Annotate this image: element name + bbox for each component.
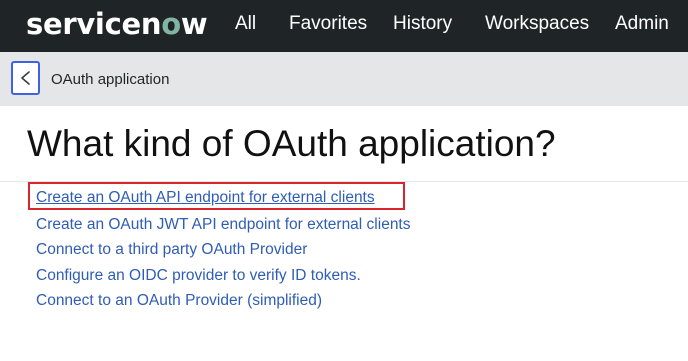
chevron-left-icon: [21, 71, 30, 85]
nav-admin[interactable]: Admin: [615, 13, 669, 35]
servicenow-logo[interactable]: servicenow: [26, 7, 208, 41]
page-heading: What kind of OAuth application?: [27, 123, 556, 164]
form-title: OAuth application: [51, 71, 170, 88]
back-button[interactable]: [11, 61, 40, 95]
option-link-oauth-provider-simplified[interactable]: Connect to an OAuth Provider (simplified…: [36, 292, 322, 310]
option-link-oauth-jwt-api-endpoint[interactable]: Create an OAuth JWT API endpoint for ext…: [36, 216, 411, 234]
logo-text-prefix: servicen: [26, 7, 162, 41]
highlight-box: [28, 182, 405, 210]
nav-favorites[interactable]: Favorites: [289, 13, 367, 35]
logo-text-accent: o: [161, 7, 181, 41]
nav-workspaces[interactable]: Workspaces: [485, 13, 589, 35]
option-link-third-party-oauth-provider[interactable]: Connect to a third party OAuth Provider: [36, 241, 307, 259]
option-link-oidc-provider[interactable]: Configure an OIDC provider to verify ID …: [36, 267, 361, 285]
top-navigation-bar: servicenow All Favorites History Workspa…: [0, 0, 688, 52]
logo-text-suffix: w: [180, 7, 208, 41]
nav-all[interactable]: All: [235, 13, 256, 35]
nav-history[interactable]: History: [393, 13, 452, 35]
